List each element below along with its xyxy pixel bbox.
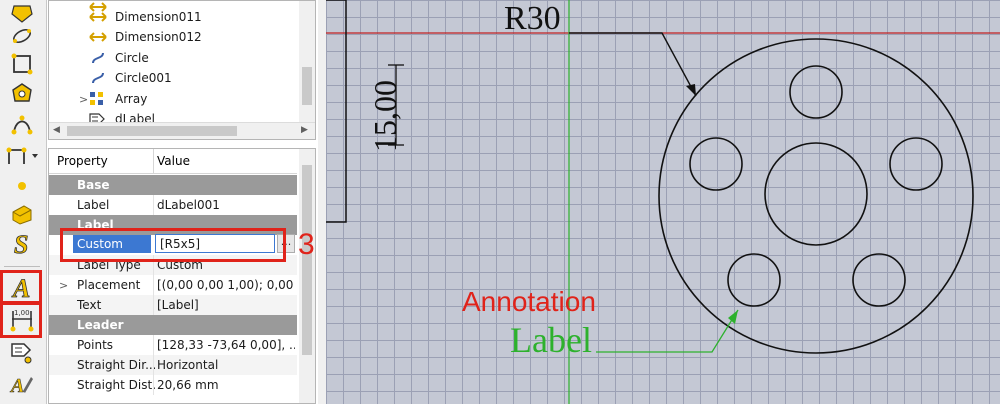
group-leader[interactable]: Leader — [49, 315, 297, 335]
vertical-dimension-text[interactable]: 15,00 — [367, 80, 403, 152]
circle-curve-icon — [89, 50, 107, 66]
label-leader-line — [596, 309, 739, 353]
tree-item-array[interactable]: Array — [89, 89, 315, 109]
svg-text:S: S — [14, 231, 28, 257]
hole-right — [889, 137, 943, 191]
facebinder-icon[interactable] — [6, 200, 38, 228]
dimension-tool-highlight — [0, 302, 42, 338]
label-annotation-text[interactable]: Label — [510, 320, 592, 360]
expand-arrow-icon[interactable]: > — [79, 93, 88, 106]
tree-item-label: Dimension012 — [115, 30, 202, 44]
point-tool-icon[interactable] — [6, 172, 38, 200]
property-column-header[interactable]: Property — [57, 154, 108, 168]
callout-number-3: 3 — [298, 228, 315, 261]
prop-row-text[interactable]: Text [Label] — [49, 295, 297, 315]
tree-item-dimension012[interactable]: Dimension012 — [89, 27, 315, 47]
svg-text:A: A — [9, 375, 24, 397]
tree-item-label: Dimension011 — [115, 10, 202, 24]
annotation-style-icon[interactable]: A — [6, 370, 38, 398]
scroll-left-icon[interactable]: ◀ — [53, 125, 60, 135]
drawing-view[interactable]: R30 15,00 Annotation Label — [326, 0, 1000, 404]
panel-splitter[interactable] — [318, 0, 326, 404]
label-tool-icon[interactable] — [6, 338, 38, 366]
tree-horizontal-scrollbar[interactable]: ◀ ▶ — [49, 122, 315, 139]
radius-dimension-text[interactable]: R30 — [504, 0, 561, 38]
tree-hscroll-thumb[interactable] — [67, 126, 237, 136]
prop-row-straight-distance[interactable]: Straight Dist... 20,66 mm — [49, 375, 297, 395]
hole-left — [689, 137, 743, 191]
circle-curve-icon — [89, 70, 107, 86]
property-vertical-scrollbar[interactable] — [299, 149, 315, 403]
tree-item-circle001[interactable]: Circle001 — [89, 68, 315, 88]
tree-scroll-thumb[interactable] — [302, 67, 312, 105]
hole-bottom-left — [727, 253, 781, 307]
tree-item-dimension011[interactable]: Dimension011 — [89, 7, 315, 27]
bspline-tool-icon[interactable] — [6, 110, 38, 138]
dimension-icon — [89, 9, 107, 25]
tree-item-label: Array — [115, 92, 148, 106]
ellipse-tool-icon[interactable] — [6, 22, 38, 50]
model-tree: Dimension011 Dimension012 Circle Circle0… — [48, 0, 316, 140]
tree-vertical-scrollbar[interactable] — [299, 1, 315, 123]
prop-row-label[interactable]: Label dLabel001 — [49, 195, 297, 215]
bezier-dropdown-icon[interactable] — [6, 142, 38, 170]
array-icon — [89, 91, 107, 107]
property-header: Property Value — [49, 149, 297, 174]
prop-row-placement[interactable]: > Placement [(0,00 0,00 1,00); 0,00 °;..… — [49, 275, 297, 295]
radius-leader-line — [569, 32, 697, 97]
toolbar-separator — [4, 266, 40, 267]
shapestring-icon[interactable]: S — [6, 230, 38, 258]
hole-top — [789, 65, 843, 119]
prop-row-straight-direction[interactable]: Straight Dir... Horizontal — [49, 355, 297, 375]
scroll-right-icon[interactable]: ▶ — [301, 125, 308, 135]
draft-toolbar: S A 1,00 A — [0, 0, 47, 404]
hole-bottom-right — [852, 253, 906, 307]
tree-item-circle[interactable]: Circle — [89, 48, 315, 68]
rectangle-tool-icon[interactable] — [6, 50, 38, 78]
value-column-header[interactable]: Value — [157, 154, 190, 168]
expand-arrow-icon[interactable]: > — [59, 279, 68, 292]
annotation-callout-text: Annotation — [462, 286, 596, 317]
tree-item-label: Circle — [115, 51, 149, 65]
regular-polygon-icon[interactable] — [6, 80, 38, 108]
custom-text-highlight — [60, 228, 286, 262]
tree-item-label: Circle001 — [115, 71, 172, 85]
dimension-icon — [89, 29, 107, 45]
group-base[interactable]: Base — [49, 175, 297, 195]
drawing-canvas — [326, 0, 1000, 404]
property-panel: Property Value Base Label dLabel001 Labe… — [48, 148, 316, 404]
outer-circle — [658, 38, 974, 354]
prop-row-points[interactable]: Points [128,33 -73,64 0,00], ... — [49, 335, 297, 355]
center-hole — [764, 142, 868, 246]
text-tool-highlight — [0, 270, 42, 304]
